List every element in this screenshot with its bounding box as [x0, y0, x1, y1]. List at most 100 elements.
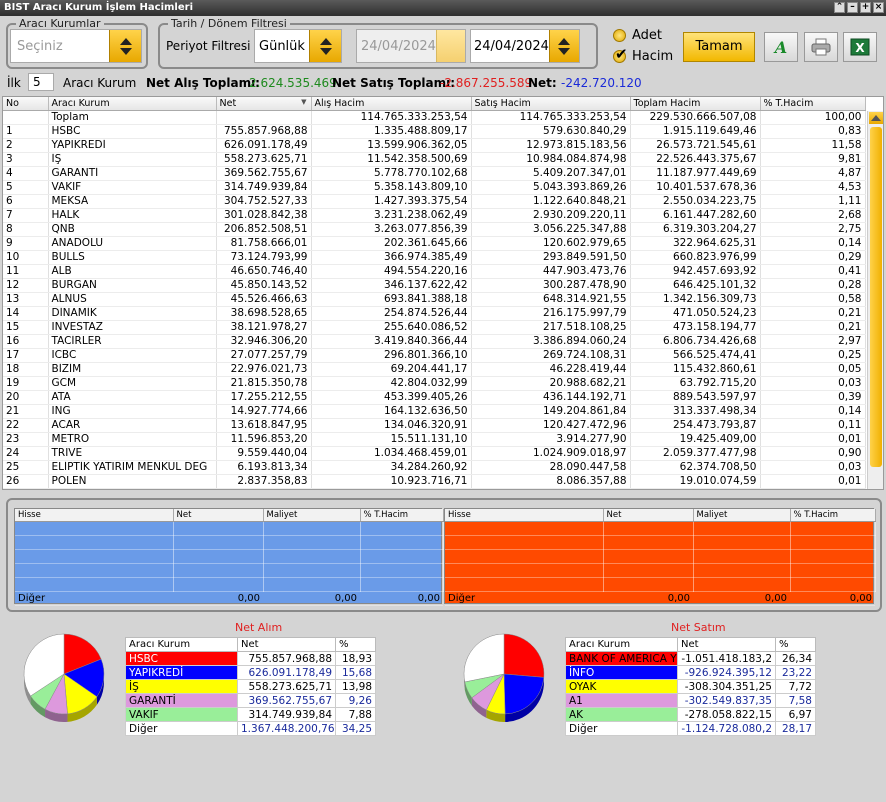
table-row[interactable]: Toplam 114.765.333.253,54 114.765.333.253,…	[3, 110, 866, 125]
table-cell: 42.804.032,99	[311, 376, 472, 391]
table-row[interactable]: 22 ACAR 13.618.847,95 134.046.320,91 120.427…	[3, 418, 866, 433]
column-header[interactable]: Net ▼	[216, 97, 312, 111]
period-select-spinner[interactable]	[309, 30, 341, 62]
period-select-value: Günlük	[259, 38, 305, 54]
table-row[interactable]: 8 QNB 206.852.508,51 3.263.077.856,39 3.056.…	[3, 222, 866, 237]
table-cell: 9,81	[760, 152, 866, 167]
table-cell: 11.187.977.449,69	[630, 166, 761, 181]
table-row[interactable]: 17 ICBC 27.077.257,79 296.801.366,10 269.724…	[3, 348, 866, 363]
table-cell: 255.640.086,52	[311, 320, 472, 335]
vertical-scrollbar[interactable]	[867, 111, 883, 489]
net-buy-total-value: 2.624.535.469	[249, 76, 337, 90]
table-row[interactable]: 15 INVESTAZ 38.121.978,27 255.640.086,52 217…	[3, 320, 866, 335]
table-cell: 9	[3, 236, 49, 251]
scrollbar-thumb[interactable]	[870, 127, 882, 467]
table-cell: GCM	[48, 376, 217, 391]
table-row[interactable]: 13 ALNUS 45.526.466,63 693.841.388,18 648.31…	[3, 292, 866, 307]
table-cell: 63.792.715,20	[630, 376, 761, 391]
column-header[interactable]: Net	[603, 509, 694, 522]
sell-stock-grid[interactable]: Hisse Net Maliyet% T.Hacim Diğer 0,00 0,00 0,…	[444, 508, 876, 606]
table-cell: 115.432.860,61	[630, 362, 761, 377]
ok-button[interactable]: Tamam	[683, 32, 755, 62]
scroll-up-button[interactable]	[869, 112, 883, 124]
table-cell: İŞ	[48, 152, 217, 167]
broker-select[interactable]: Seçiniz	[10, 29, 142, 63]
column-header[interactable]: Alış Hacim	[311, 97, 472, 111]
table-row[interactable]: 4 GARANTİ 369.562.755,67 5.778.770.102,68 5.…	[3, 166, 866, 181]
maximize-icon[interactable]: +	[860, 2, 871, 13]
table-cell	[603, 577, 694, 592]
ilk-input[interactable]: 5	[28, 73, 54, 91]
table-cell: 19.010.074,59	[630, 474, 761, 489]
table-row[interactable]: 11 ALB 46.650.746,40 494.554.220,16 447.903.…	[3, 264, 866, 279]
table-cell: 21	[3, 404, 49, 419]
table-cell: 23	[3, 432, 49, 447]
table-row[interactable]: 16 TACİRLER 32.946.306,20 3.419.840.366,44 3…	[3, 334, 866, 349]
date-to-spinner[interactable]	[548, 30, 579, 62]
broker-select-spinner[interactable]	[109, 30, 141, 62]
column-header[interactable]: Hisse	[15, 509, 174, 522]
table-row[interactable]: 25 ELİPTİK YATIRIM MENKUL DEĞ 6.193.813,34…	[3, 460, 866, 475]
minimize-icon[interactable]: –	[847, 2, 858, 13]
table-cell: 22.976.021,73	[216, 362, 312, 377]
column-header: Net	[237, 637, 336, 652]
table-cell	[790, 521, 876, 536]
date-from-input[interactable]: 24/04/2024	[356, 29, 466, 63]
date-from-picker[interactable]	[435, 30, 465, 62]
broker-volume-grid[interactable]: No Aracı Kurum Net ▼ Alış Hacim Satış Hacim To…	[2, 96, 884, 490]
adet-option[interactable]: Adet	[613, 28, 662, 43]
column-header[interactable]: Aracı Kurum	[48, 97, 217, 111]
column-header[interactable]: Hisse	[445, 509, 604, 522]
table-row[interactable]: 23 METRO 11.596.853,20 15.511.131,10 3.914.2…	[3, 432, 866, 447]
column-header[interactable]: Satış Hacim	[471, 97, 631, 111]
table-cell	[790, 535, 876, 550]
column-header[interactable]: % T.Hacim	[790, 509, 876, 522]
column-header[interactable]: No	[3, 97, 49, 111]
column-header[interactable]: Toplam Hacim	[630, 97, 761, 111]
column-header[interactable]: Maliyet	[263, 509, 361, 522]
date-to-input[interactable]: 24/04/2024	[470, 29, 580, 63]
period-select[interactable]: Günlük	[254, 29, 342, 63]
print-button[interactable]	[804, 32, 838, 62]
table-row[interactable]: 19 GCM 21.815.350,78 42.804.032,99 20.988.68…	[3, 376, 866, 391]
table-row[interactable]: 5 VAKIF 314.749.939,84 5.358.143.809,10 5.04…	[3, 180, 866, 195]
buy-stock-grid[interactable]: Hisse Net Maliyet% T.Hacim Diğer 0,00 0,00 0,…	[14, 508, 444, 606]
table-cell: 1.122.640.848,21	[471, 194, 631, 209]
table-cell: 206.852.508,51	[216, 222, 312, 237]
table-cell: TACİRLER	[48, 334, 217, 349]
table-row[interactable]: 24 TRIVE 9.559.440,04 1.034.468.459,01 1.024…	[3, 446, 866, 461]
legend-row: A1 -302.549.837,35 7,58	[565, 693, 816, 708]
table-cell: BURGAN	[48, 278, 217, 293]
pin-icon[interactable]: ⌃	[834, 2, 845, 13]
table-cell: 10.401.537.678,36	[630, 180, 761, 195]
font-button[interactable]: A	[764, 32, 798, 62]
table-row[interactable]: 21 ING 14.927.774,66 164.132.636,50 149.204.…	[3, 404, 866, 419]
excel-button[interactable]: X	[843, 32, 877, 62]
close-icon[interactable]: ×	[873, 2, 884, 13]
table-row[interactable]: 18 BİZİM 22.976.021,73 69.204.441,17 46.228.…	[3, 362, 866, 377]
table-row[interactable]: 12 BURGAN 45.850.143,52 346.137.622,42 300.2…	[3, 278, 866, 293]
column-header[interactable]: Maliyet	[693, 509, 791, 522]
table-row	[15, 577, 444, 592]
hacim-option[interactable]: ✔ Hacim	[613, 47, 673, 64]
excel-icon: X	[850, 38, 870, 56]
table-row[interactable]: 1 HSBC 755.857.968,88 1.335.488.809,17 579.6…	[3, 124, 866, 139]
table-row[interactable]: 7 HALK 301.028.842,38 3.231.238.062,49 2.930…	[3, 208, 866, 223]
table-row[interactable]: 3 İŞ 558.273.625,71 11.542.358.500,69 10.984…	[3, 152, 866, 167]
column-header[interactable]: % T.Hacim	[760, 97, 866, 111]
table-cell: 134.046.320,91	[311, 418, 472, 433]
table-cell	[693, 577, 791, 592]
table-cell: 301.028.842,38	[216, 208, 312, 223]
table-row[interactable]: 14 DİNAMİK 38.698.528,65 254.874.526,44 216.…	[3, 306, 866, 321]
table-row[interactable]: 20 ATA 17.255.212,55 453.399.405,26 436.144.…	[3, 390, 866, 405]
table-row[interactable]: 26 POLEN 2.837.358,83 10.923.716,71 8.086.35…	[3, 474, 866, 489]
table-row[interactable]: 10 BULLS 73.124.793,99 366.974.385,49 293.84…	[3, 250, 866, 265]
table-row[interactable]: 9 ANADOLU 81.758.666,01 202.361.645,66 120.6…	[3, 236, 866, 251]
legend-net: 369.562.755,67	[237, 693, 336, 708]
table-row[interactable]: 2 YAPIKREDİ 626.091.178,49 13.599.906.362,0…	[3, 138, 866, 153]
table-cell: 120.427.472,96	[471, 418, 631, 433]
column-header[interactable]: Net	[173, 509, 264, 522]
column-header[interactable]: % T.Hacim	[360, 509, 444, 522]
table-cell: 46.228.419,44	[471, 362, 631, 377]
table-row[interactable]: 6 MEKSA 304.752.527,33 1.427.393.375,54 1.12…	[3, 194, 866, 209]
